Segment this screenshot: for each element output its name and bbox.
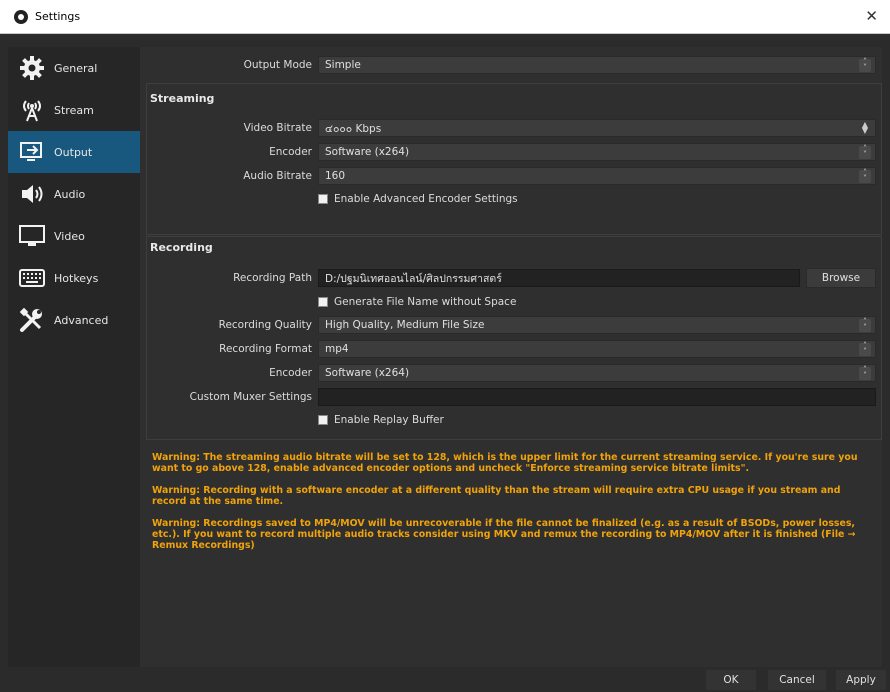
- monitor-icon: [14, 221, 50, 251]
- recording-format-select[interactable]: mp4 ˄ ˅: [318, 340, 876, 358]
- warning-mp4-recording: Warning: Recordings saved to MP4/MOV wil…: [152, 518, 856, 551]
- cancel-button[interactable]: Cancel: [768, 670, 826, 690]
- sidebar-item-video[interactable]: Video: [8, 215, 140, 257]
- chevron-updown-icon: ˄ ˅: [859, 366, 871, 380]
- chevron-updown-icon: ˄ ˅: [859, 342, 871, 356]
- sidebar-item-label: Advanced: [54, 313, 109, 327]
- audio-bitrate-value: 160: [325, 170, 346, 182]
- recording-encoder-value: Software (x264): [325, 367, 410, 379]
- settings-window: General Stream Output Audio Video Hotkey…: [0, 34, 890, 692]
- settings-sidebar: General Stream Output Audio Video Hotkey…: [8, 47, 140, 667]
- warning-software-encoder: Warning: Recording with a software encod…: [152, 485, 841, 507]
- antenna-icon: [14, 95, 50, 125]
- chevron-updown-icon: ˄ ˅: [859, 145, 871, 159]
- stream-encoder-label: Encoder: [269, 146, 312, 158]
- warning-audio-bitrate: Warning: The streaming audio bitrate wil…: [152, 452, 858, 474]
- no-space-filename-checkbox[interactable]: Generate File Name without Space: [318, 296, 516, 308]
- browse-button[interactable]: Browse: [806, 268, 876, 288]
- gear-icon: [14, 53, 50, 83]
- checkbox-box[interactable]: [318, 415, 328, 425]
- window-title: Settings: [35, 10, 81, 23]
- recording-quality-label: Recording Quality: [218, 319, 312, 331]
- recording-group: [146, 236, 882, 440]
- custom-muxer-label: Custom Muxer Settings: [189, 391, 312, 403]
- output-settings-panel: Output Mode Simple ˄ ˅ Streaming Video Bi…: [140, 47, 882, 667]
- audio-bitrate-label: Audio Bitrate: [243, 170, 312, 182]
- recording-quality-value: High Quality, Medium File Size: [325, 319, 485, 331]
- title-bar: Settings ✕: [0, 0, 890, 34]
- ok-button[interactable]: OK: [706, 670, 756, 690]
- recording-group-title: Recording: [150, 241, 213, 254]
- checkbox-box[interactable]: [318, 297, 328, 307]
- recording-path-input[interactable]: D:/ปฐมนิเทศออนไลน์/ศิลปกรรมศาสตร์: [318, 269, 800, 287]
- output-mode-value: Simple: [325, 59, 361, 71]
- tools-icon: [14, 305, 50, 335]
- chevron-updown-icon: ˄ ˅: [859, 169, 871, 183]
- obs-logo-icon: [14, 9, 28, 24]
- speaker-icon: [14, 179, 50, 209]
- sidebar-item-general[interactable]: General: [8, 47, 140, 89]
- output-icon: [14, 137, 50, 167]
- recording-quality-select[interactable]: High Quality, Medium File Size ˄ ˅: [318, 316, 876, 334]
- video-bitrate-label: Video Bitrate: [243, 122, 312, 134]
- sidebar-item-label: General: [54, 61, 98, 75]
- audio-bitrate-select[interactable]: 160 ˄ ˅: [318, 167, 876, 185]
- sidebar-item-advanced[interactable]: Advanced: [8, 299, 140, 341]
- sidebar-item-label: Output: [54, 145, 93, 159]
- video-bitrate-value: ๔๐๐๐ Kbps: [325, 122, 382, 135]
- close-icon[interactable]: ✕: [865, 7, 878, 25]
- sidebar-item-label: Audio: [54, 187, 86, 201]
- recording-encoder-select[interactable]: Software (x264) ˄ ˅: [318, 364, 876, 382]
- recording-path-label: Recording Path: [233, 272, 312, 284]
- chevron-updown-icon: ˄ ˅: [859, 58, 871, 72]
- recording-format-value: mp4: [325, 343, 349, 355]
- sidebar-item-stream[interactable]: Stream: [8, 89, 140, 131]
- sidebar-item-output[interactable]: Output: [8, 131, 140, 173]
- sidebar-item-audio[interactable]: Audio: [8, 173, 140, 215]
- recording-format-label: Recording Format: [219, 343, 312, 355]
- custom-muxer-input[interactable]: [318, 388, 876, 406]
- replay-buffer-checkbox[interactable]: Enable Replay Buffer: [318, 414, 444, 426]
- output-mode-label: Output Mode: [243, 59, 312, 71]
- sidebar-item-label: Hotkeys: [54, 271, 99, 285]
- chevron-updown-icon: ˄ ˅: [859, 318, 871, 332]
- stream-encoder-select[interactable]: Software (x264) ˄ ˅: [318, 143, 876, 161]
- sidebar-item-hotkeys[interactable]: Hotkeys: [8, 257, 140, 299]
- no-space-filename-label: Generate File Name without Space: [334, 296, 517, 308]
- replay-buffer-label: Enable Replay Buffer: [334, 414, 444, 426]
- output-mode-select[interactable]: Simple ˄ ˅: [318, 56, 876, 74]
- video-bitrate-spinbox[interactable]: ๔๐๐๐ Kbps ▲ ▼: [318, 119, 876, 137]
- recording-path-value: D:/ปฐมนิเทศออนไลน์/ศิลปกรรมศาสตร์: [325, 272, 502, 285]
- checkbox-box[interactable]: [318, 194, 328, 204]
- sidebar-item-label: Video: [54, 229, 85, 243]
- stream-encoder-value: Software (x264): [325, 146, 410, 158]
- advanced-encoder-checkbox[interactable]: Enable Advanced Encoder Settings: [318, 193, 518, 205]
- advanced-encoder-label: Enable Advanced Encoder Settings: [334, 193, 518, 205]
- spin-arrows-icon[interactable]: ▲ ▼: [859, 121, 871, 135]
- sidebar-item-label: Stream: [54, 103, 94, 117]
- keyboard-icon: [14, 263, 50, 293]
- recording-encoder-label: Encoder: [269, 367, 312, 379]
- apply-button[interactable]: Apply: [836, 670, 886, 690]
- warnings-area: Warning: The streaming audio bitrate wil…: [152, 452, 874, 562]
- streaming-group-title: Streaming: [150, 92, 215, 105]
